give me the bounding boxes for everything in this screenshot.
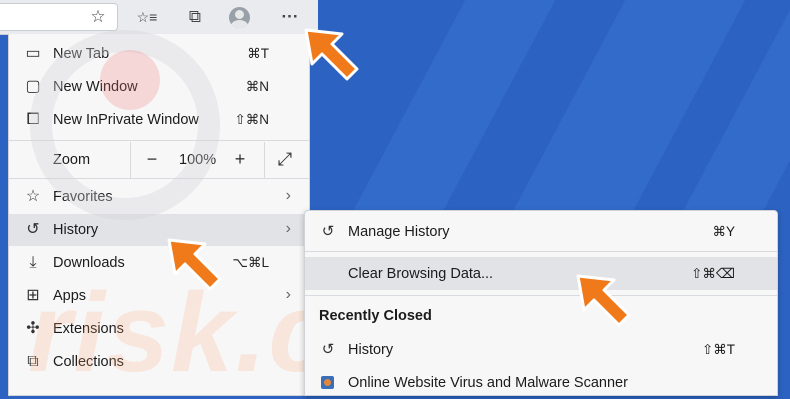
history-icon: ↺ bbox=[26, 221, 40, 238]
shortcut-label: ⇧⌘⌫ bbox=[691, 266, 735, 281]
chevron-right-icon: › bbox=[285, 220, 291, 237]
zoom-divider bbox=[264, 142, 265, 178]
shortcut-label: ⇧⌘N bbox=[234, 112, 269, 127]
submenu-item-closed-page[interactable]: Online Website Virus and Malware Scanner bbox=[305, 366, 777, 399]
more-menu-icon[interactable]: ··· bbox=[279, 6, 301, 28]
zoom-in-button[interactable]: + bbox=[230, 149, 250, 170]
favorites-list-icon[interactable]: ☆≡ bbox=[136, 6, 158, 28]
chevron-right-icon: › bbox=[285, 187, 291, 204]
shortcut-label: ⌘N bbox=[245, 79, 269, 94]
favorites-icon: ☆ bbox=[25, 188, 41, 205]
star-icon[interactable]: ☆ bbox=[87, 6, 109, 28]
menu-item-label: History bbox=[53, 222, 99, 238]
history-submenu: ↺ Manage History ⌘Y Clear Browsing Data.… bbox=[304, 210, 778, 396]
history-icon: ↺ bbox=[321, 223, 335, 240]
pointer-arrow-icon bbox=[304, 28, 359, 81]
browser-toolbar: ☆ ☆≡ ⧉ ··· bbox=[0, 0, 318, 35]
shortcut-label: ⇧⌘T bbox=[701, 342, 735, 357]
pointer-arrow-icon bbox=[167, 238, 222, 291]
fullscreen-icon[interactable]: ⤢ bbox=[275, 149, 295, 170]
new-tab-icon: ▭ bbox=[25, 45, 41, 62]
history-icon: ↺ bbox=[321, 341, 335, 358]
pointer-arrow-icon bbox=[576, 274, 631, 327]
watermark-dot bbox=[100, 50, 160, 110]
site-favicon-icon bbox=[321, 376, 334, 389]
submenu-item-label: Manage History bbox=[348, 224, 450, 240]
submenu-item-clear-browsing-data[interactable]: Clear Browsing Data... ⇧⌘⌫ bbox=[305, 257, 777, 290]
submenu-item-history[interactable]: ↺ History ⇧⌘T bbox=[305, 333, 777, 366]
profile-avatar[interactable] bbox=[229, 7, 250, 28]
shortcut-label: ⌘T bbox=[247, 46, 269, 61]
recently-closed-heading: Recently Closed bbox=[319, 308, 432, 324]
collections-icon[interactable]: ⧉ bbox=[184, 6, 206, 28]
submenu-item-label: History bbox=[348, 342, 394, 358]
submenu-item-label: Clear Browsing Data... bbox=[348, 266, 494, 282]
submenu-divider bbox=[305, 251, 777, 252]
shortcut-label: ⌘Y bbox=[712, 224, 735, 239]
submenu-item-manage-history[interactable]: ↺ Manage History ⌘Y bbox=[305, 215, 777, 248]
submenu-divider bbox=[305, 295, 777, 296]
menu-item-history[interactable]: ↺ History › bbox=[9, 214, 309, 246]
submenu-item-label: Online Website Virus and Malware Scanner bbox=[348, 375, 628, 391]
